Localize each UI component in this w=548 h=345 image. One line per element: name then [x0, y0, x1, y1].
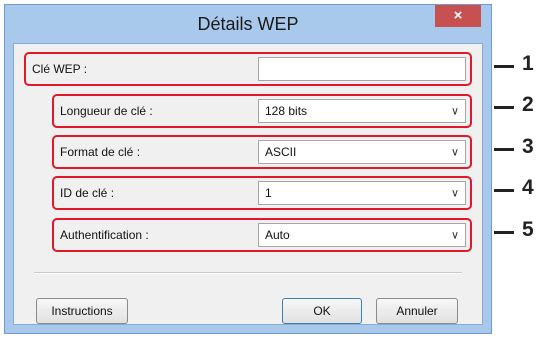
key-length-value: 128 bits: [265, 104, 308, 118]
authentication-row: Authentification : Auto ∨: [52, 218, 472, 252]
close-button[interactable]: ×: [435, 5, 481, 27]
key-format-label: Format de clé :: [60, 145, 141, 159]
wep-key-row: Clé WEP :: [24, 52, 472, 86]
wep-key-input[interactable]: [258, 57, 466, 81]
key-id-value: 1: [265, 186, 272, 200]
ok-button[interactable]: OK: [282, 298, 362, 324]
callout-number-1: 1: [522, 52, 534, 75]
dialog-title: Détails WEP: [197, 14, 299, 34]
callout-number-5: 5: [522, 218, 534, 241]
callout-line-2: [494, 106, 514, 109]
key-format-select[interactable]: ASCII ∨: [258, 140, 466, 164]
authentication-label: Authentification :: [60, 228, 149, 242]
wep-key-label: Clé WEP :: [32, 62, 88, 76]
callout-number-4: 4: [522, 176, 534, 199]
key-format-row: Format de clé : ASCII ∨: [52, 135, 472, 169]
callout-line-5: [494, 231, 514, 234]
callout-number-2: 2: [522, 93, 534, 116]
dialog-body: Clé WEP : Longueur de clé : 128 bits ∨ F…: [13, 43, 483, 325]
instructions-button[interactable]: Instructions: [36, 298, 128, 324]
authentication-select[interactable]: Auto ∨: [258, 223, 466, 247]
chevron-down-icon: ∨: [450, 146, 459, 159]
callout-line-1: [494, 65, 514, 68]
close-icon: ×: [453, 7, 463, 24]
callout-line-4: [494, 189, 514, 192]
chevron-down-icon: ∨: [450, 229, 459, 242]
callout-number-3: 3: [522, 135, 534, 158]
title-bar: Détails WEP ×: [5, 5, 491, 43]
key-length-label: Longueur de clé :: [60, 104, 153, 118]
callout-line-3: [494, 148, 514, 151]
divider: [34, 272, 462, 274]
authentication-value: Auto: [265, 228, 290, 242]
wep-details-dialog: Détails WEP × Clé WEP : Longueur de clé …: [4, 4, 492, 334]
key-length-row: Longueur de clé : 128 bits ∨: [52, 94, 472, 128]
key-id-select[interactable]: 1 ∨: [258, 181, 466, 205]
key-id-label: ID de clé :: [60, 186, 115, 200]
key-length-select[interactable]: 128 bits ∨: [258, 99, 466, 123]
chevron-down-icon: ∨: [450, 187, 459, 200]
cancel-button[interactable]: Annuler: [376, 298, 458, 324]
chevron-down-icon: ∨: [450, 105, 459, 118]
key-id-row: ID de clé : 1 ∨: [52, 176, 472, 210]
key-format-value: ASCII: [265, 145, 297, 159]
